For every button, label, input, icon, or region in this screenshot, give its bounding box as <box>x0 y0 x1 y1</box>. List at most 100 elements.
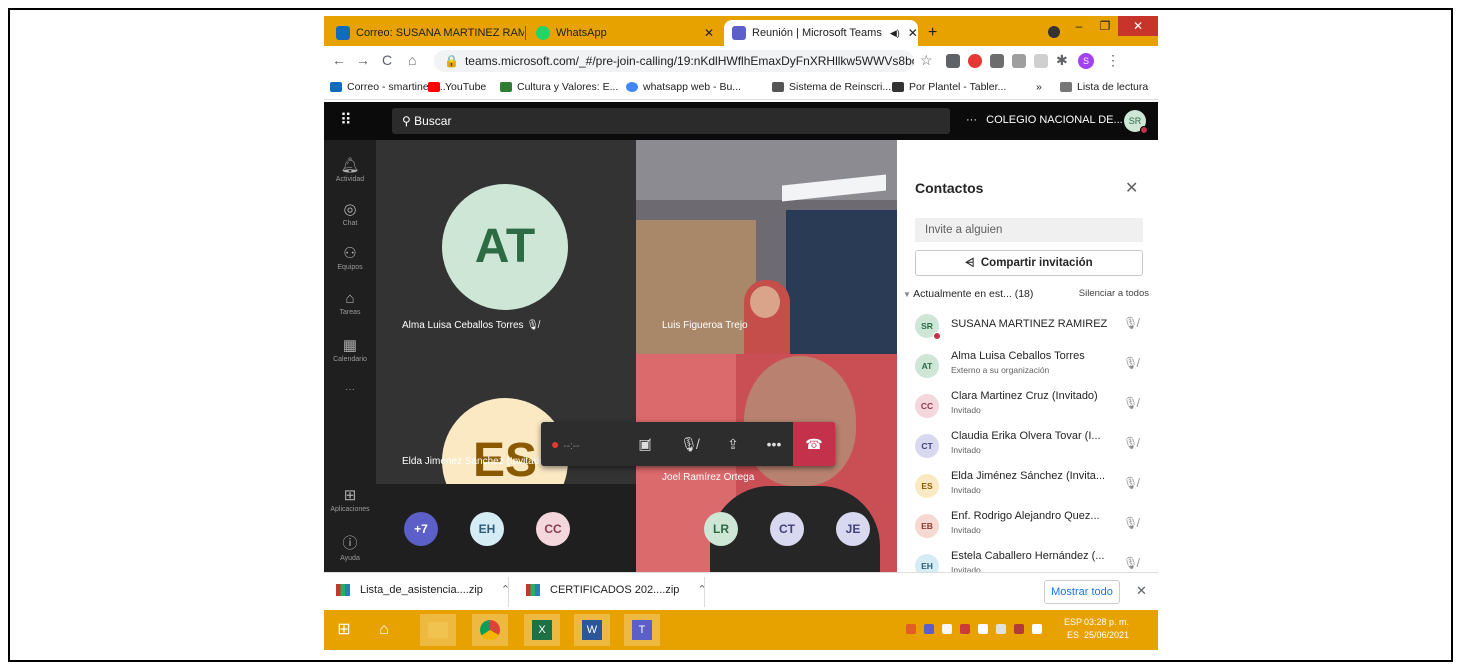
back-icon[interactable]: ← <box>332 52 346 68</box>
rail-apps[interactable]: ⊞ Aplicaciones <box>324 486 376 513</box>
tray-icon[interactable] <box>1014 624 1024 634</box>
address-bar[interactable]: 🔒 teams.microsoft.com/_#/pre-join-calling… <box>434 50 914 72</box>
participant-row[interactable]: CT Claudia Erika Olvera Tovar (I... Invita… <box>915 428 1145 468</box>
participant-row[interactable]: SR SUSANA MARTINEZ RAMIREZ 🎙︎̸ <box>915 308 1145 348</box>
tab-outlook[interactable]: Correo: SUSANA MARTINEZ RAM ✕ <box>328 20 524 46</box>
window-close-button[interactable]: ✕ <box>1118 16 1158 36</box>
bookmark-item[interactable]: Cultura y Valores: E... <box>500 81 618 93</box>
participant-tile[interactable]: AT Alma Luisa Ceballos Torres 🎙︎̸ <box>376 140 636 354</box>
close-icon[interactable]: ✕ <box>900 26 918 40</box>
participant-row[interactable]: ES Elda Jiménez Sánchez (Invita... Invitad… <box>915 468 1145 508</box>
profile-dot-icon[interactable] <box>1048 26 1060 38</box>
search-input[interactable]: ⚲ Buscar <box>392 108 950 134</box>
audio-icon[interactable]: ◀) <box>890 28 900 39</box>
puzzle-icon[interactable]: ✱ <box>1056 52 1068 69</box>
file-explorer-icon[interactable] <box>420 614 456 646</box>
tray-icon[interactable] <box>906 624 916 634</box>
rail-help[interactable]: ⓘ Ayuda <box>324 532 376 562</box>
chrome-icon[interactable] <box>472 614 508 646</box>
hang-up-button[interactable]: ☎ <box>793 422 835 466</box>
more-actions-button[interactable]: ••• <box>755 422 793 466</box>
overflow-count-button[interactable]: +7 <box>404 512 438 546</box>
rail-chat[interactable]: ◎ Chat <box>324 200 376 227</box>
mic-off-icon[interactable]: 🎙︎̸ <box>1123 556 1138 570</box>
mic-off-icon[interactable]: 🎙︎̸ <box>1123 396 1138 410</box>
mic-off-icon[interactable]: 🎙︎̸ <box>1123 476 1138 490</box>
excel-icon[interactable]: X <box>524 614 560 646</box>
mic-off-icon[interactable]: 🎙︎̸ <box>1123 356 1138 370</box>
menu-kebab-icon[interactable]: ⋮ <box>1106 52 1120 69</box>
bookmark-item[interactable]: YouTube <box>428 81 486 93</box>
rail-activity[interactable]: 🔔︎ Actividad <box>324 156 376 183</box>
show-all-button[interactable]: Mostrar todo <box>1044 580 1120 604</box>
close-icon[interactable]: ✕ <box>696 26 714 40</box>
tab-whatsapp[interactable]: WhatsApp ✕ <box>528 20 722 46</box>
mini-avatar[interactable]: EH <box>470 512 504 546</box>
tray-icon[interactable] <box>960 624 970 634</box>
mic-off-icon[interactable]: 🎙︎̸ <box>1123 316 1138 330</box>
tab-teams[interactable]: Reunión | Microsoft Teams ◀) ✕ <box>724 20 918 46</box>
mic-toggle-button[interactable]: 🎙︎̸ <box>667 422 711 466</box>
rail-assignments[interactable]: ⌂ Tareas <box>324 290 376 316</box>
home-icon[interactable]: ⌂ <box>366 614 402 646</box>
restore-button[interactable]: ❐ <box>1092 16 1118 36</box>
tab-label: Reunión | Microsoft Teams <box>752 27 882 39</box>
org-switcher[interactable]: ··· COLEGIO NACIONAL DE... <box>966 114 1123 126</box>
participant-row[interactable]: EB Enf. Rodrigo Alejandro Quez... Invitado… <box>915 508 1145 548</box>
mic-off-icon[interactable]: 🎙︎̸ <box>1123 436 1138 450</box>
participant-video-tile[interactable]: Luis Figueroa Trejo <box>636 140 897 354</box>
profile-avatar[interactable]: S <box>1078 53 1094 69</box>
rail-calendar[interactable]: ▦ Calendario <box>324 336 376 363</box>
close-icon[interactable]: ✕ <box>1125 178 1138 198</box>
mute-all-button[interactable]: Silenciar a todos <box>1079 288 1149 299</box>
reload-icon[interactable]: C <box>382 52 392 68</box>
minimize-button[interactable]: – <box>1066 16 1092 36</box>
bookmark-item[interactable]: whatsapp web - Bu... <box>626 81 741 93</box>
speaker-icon[interactable] <box>1032 624 1042 634</box>
teams-app-icon[interactable]: T <box>624 614 660 646</box>
rail-teams[interactable]: ⚇ Equipos <box>324 244 376 271</box>
bookmark-item[interactable]: Sistema de Reinscri... <box>772 81 891 93</box>
reading-list-button[interactable]: Lista de lectura <box>1060 81 1148 93</box>
extension-icon[interactable] <box>990 54 1004 68</box>
bookmark-star-icon[interactable]: ☆ <box>920 52 933 69</box>
mini-avatar[interactable]: CC <box>536 512 570 546</box>
language-indicator[interactable]: ESP ES <box>1064 616 1082 642</box>
bookmark-item[interactable]: Por Plantel - Tabler... <box>892 81 1006 93</box>
invite-input[interactable]: Invite a alguien <box>915 218 1143 242</box>
system-clock[interactable]: 03:28 p. m. 25/06/2021 <box>1084 616 1129 642</box>
user-avatar[interactable]: SR <box>1124 110 1148 134</box>
tray-icon[interactable] <box>924 624 934 634</box>
close-icon[interactable]: ✕ <box>1136 583 1147 599</box>
tray-icon[interactable] <box>942 624 952 634</box>
extension-icon[interactable] <box>1012 54 1026 68</box>
new-tab-button[interactable]: + <box>928 24 937 42</box>
mini-avatar[interactable]: LR <box>704 512 738 546</box>
participant-row[interactable]: CC Clara Martinez Cruz (Invitado) Invitado… <box>915 388 1145 428</box>
share-screen-button[interactable]: ⇪ <box>711 422 755 466</box>
mic-off-icon[interactable]: 🎙︎̸ <box>1123 516 1138 530</box>
camera-toggle-button[interactable]: ▣̸ <box>623 422 667 466</box>
word-icon[interactable]: W <box>574 614 610 646</box>
download-item[interactable]: Lista_de_asistencia....zip ⌃ <box>336 583 510 596</box>
participant-row[interactable]: AT Alma Luisa Ceballos Torres Externo a su… <box>915 348 1145 388</box>
download-item[interactable]: CERTIFICADOS 202....zip ⌃ <box>526 583 707 596</box>
extension-icon[interactable] <box>1034 54 1048 68</box>
forward-icon[interactable]: → <box>356 52 370 68</box>
start-button[interactable]: ⊞ <box>326 614 362 646</box>
extension-icon[interactable] <box>946 54 960 68</box>
section-header[interactable]: ▼ Actualmente en est... (18) Silenciar a… <box>903 288 1149 300</box>
app-launcher-icon[interactable]: ⠿ <box>340 110 352 130</box>
share-invite-button[interactable]: ⩤ Compartir invitación <box>915 250 1143 276</box>
chevron-up-icon[interactable]: ⌃ <box>697 583 706 596</box>
mini-avatar[interactable]: CT <box>770 512 804 546</box>
mini-avatar[interactable]: JE <box>836 512 870 546</box>
rail-more[interactable]: ··· <box>324 384 376 395</box>
bookmarks-overflow-button[interactable]: » <box>1036 81 1042 93</box>
network-icon[interactable] <box>996 624 1006 634</box>
adblock-icon[interactable] <box>968 54 982 68</box>
volume-icon[interactable] <box>978 624 988 634</box>
home-icon[interactable]: ⌂ <box>408 52 416 68</box>
participant-subtitle: Externo a su organización <box>951 365 1050 375</box>
more-icon[interactable]: ··· <box>966 114 977 126</box>
